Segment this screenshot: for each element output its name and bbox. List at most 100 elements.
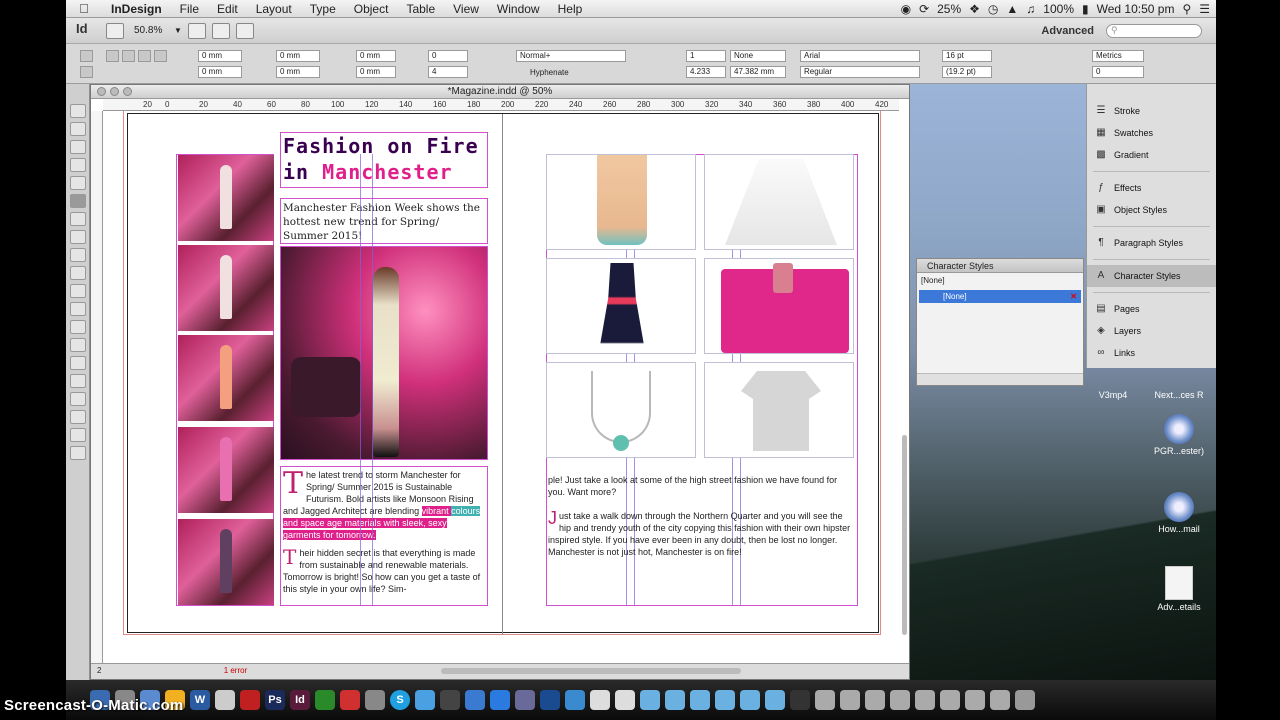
bridge-button[interactable] [106, 22, 124, 39]
pen-tool-icon[interactable] [69, 230, 86, 244]
main-runway-photo[interactable] [280, 246, 488, 460]
page-tool-icon[interactable] [69, 140, 86, 154]
pencil-tool-icon[interactable] [69, 248, 86, 262]
paragraph-mode-button[interactable] [80, 66, 93, 78]
product-shoes[interactable] [546, 154, 696, 250]
word-icon[interactable]: W [190, 690, 210, 710]
app-icon[interactable] [365, 690, 385, 710]
kerning-dropdown[interactable]: Metrics [1092, 50, 1144, 62]
font-size-field[interactable]: 16 pt [942, 50, 992, 62]
horizontal-ruler[interactable]: 20 0 20 40 60 80 100 120 140 160 180 200… [103, 99, 899, 111]
document-icon[interactable] [865, 690, 885, 710]
sync-icon[interactable]: ⟳ [919, 2, 929, 16]
desktop-icon-how[interactable]: How...mail [1144, 492, 1214, 534]
runway-thumb-4[interactable] [178, 427, 274, 513]
rectangle-frame-tool-icon[interactable] [69, 266, 86, 280]
dock-character-styles[interactable]: A Character Styles [1087, 265, 1216, 287]
menu-help[interactable]: Help [549, 2, 592, 16]
dock-object-styles[interactable]: ▣ Object Styles [1087, 199, 1216, 221]
column-gutter-field[interactable]: 4.233 [686, 66, 726, 78]
page-number-field[interactable]: 2 [97, 666, 101, 675]
zoom-window-icon[interactable] [123, 87, 132, 96]
free-transform-tool-icon[interactable] [69, 320, 86, 334]
runway-photo-strip[interactable] [176, 154, 274, 606]
fill-stroke-icon[interactable] [69, 428, 86, 442]
desktop-icon-next[interactable]: Next...ces R [1144, 390, 1214, 400]
zoom-dropdown-icon[interactable]: ▼ [174, 26, 182, 35]
arrange-documents-button[interactable] [235, 22, 254, 39]
dropcap-chars-field[interactable]: 4 [428, 66, 468, 78]
content-collector-icon[interactable] [69, 176, 86, 190]
tracking-field[interactable]: 0 [1092, 66, 1144, 78]
close-window-icon[interactable] [97, 87, 106, 96]
gap-tool-icon[interactable] [69, 158, 86, 172]
runway-thumb-3[interactable] [178, 335, 274, 421]
desktop-icon-video[interactable]: V3mp4 [1078, 390, 1148, 400]
document-icon[interactable] [965, 690, 985, 710]
bluetooth-icon[interactable]: ❖ [969, 2, 980, 16]
selection-tool-icon[interactable] [69, 104, 86, 118]
gradient-tool-icon[interactable] [69, 338, 86, 352]
notification-icon[interactable]: ☰ [1199, 2, 1210, 16]
desktop-icon-adv[interactable]: Adv...etails [1144, 566, 1214, 612]
minimize-window-icon[interactable] [110, 87, 119, 96]
folder-icon[interactable] [765, 690, 785, 710]
trash-icon[interactable] [1015, 690, 1035, 710]
menu-layout[interactable]: Layout [247, 2, 301, 16]
app-icon[interactable] [440, 690, 460, 710]
dock-links[interactable]: ∞ Links [1087, 342, 1216, 364]
char-style-none-row[interactable]: [None] ✕ [919, 290, 1081, 303]
paragraph-style-dropdown[interactable]: Normal+ [516, 50, 626, 62]
pasteboard[interactable]: Fashion on Fire in Manchester Manchester… [103, 111, 899, 663]
dock-pages[interactable]: ▤ Pages [1087, 298, 1216, 320]
rectangle-tool-icon[interactable] [69, 284, 86, 298]
scissors-tool-icon[interactable] [69, 302, 86, 316]
search-input[interactable]: ⚲ [1106, 23, 1202, 38]
align-right-button[interactable] [138, 50, 151, 62]
menu-type[interactable]: Type [301, 2, 345, 16]
document-icon[interactable] [615, 690, 635, 710]
document-icon[interactable] [990, 690, 1010, 710]
headline-frame[interactable]: Fashion on Fire in Manchester [280, 132, 488, 188]
volume-icon[interactable]: ♫ [1026, 2, 1035, 16]
app-icon[interactable] [240, 690, 260, 710]
document-icon[interactable] [590, 690, 610, 710]
folder-icon[interactable] [690, 690, 710, 710]
app-icon[interactable] [465, 690, 485, 710]
document-icon[interactable] [915, 690, 935, 710]
subheading-frame[interactable]: Manchester Fashion Week shows the hottes… [280, 198, 488, 244]
skype-icon[interactable]: S [390, 690, 410, 710]
menu-table[interactable]: Table [397, 2, 444, 16]
last-line-indent-field[interactable]: 0 mm [276, 66, 320, 78]
right-body-text-frame[interactable]: ple! Just take a look at some of the hig… [546, 472, 858, 606]
app-icon[interactable] [790, 690, 810, 710]
app-icon[interactable] [340, 690, 360, 710]
eye-icon[interactable]: ◉ [901, 2, 911, 16]
wifi-icon[interactable]: ▲ [1006, 2, 1018, 16]
product-necklace[interactable] [546, 362, 696, 458]
desktop-icon-pgr[interactable]: PGR...ester) [1144, 414, 1214, 456]
note-tool-icon[interactable] [69, 356, 86, 370]
indesign-dock-icon[interactable]: Id [290, 690, 310, 710]
hyphenate-checkbox[interactable]: Hyphenate [530, 68, 569, 77]
apple-menu-icon[interactable]:  [66, 1, 102, 16]
span-columns-dropdown[interactable]: None [730, 50, 786, 62]
body-text-frame[interactable]: The latest trend to storm Manchester for… [280, 466, 488, 606]
dock-paragraph-styles[interactable]: ¶ Paragraph Styles [1087, 232, 1216, 254]
dock-swatches[interactable]: ▦ Swatches [1087, 122, 1216, 144]
hand-tool-icon[interactable] [69, 392, 86, 406]
dock-gradient[interactable]: ▩ Gradient [1087, 144, 1216, 166]
menu-view[interactable]: View [444, 2, 488, 16]
document-icon[interactable] [840, 690, 860, 710]
align-center-button[interactable] [122, 50, 135, 62]
font-style-dropdown[interactable]: Regular [800, 66, 920, 78]
justify-button[interactable] [154, 50, 167, 62]
runway-thumb-5[interactable] [178, 519, 274, 605]
folder-icon[interactable] [740, 690, 760, 710]
view-options-button[interactable] [187, 22, 206, 39]
screen-mode-button[interactable] [211, 22, 230, 39]
dock-effects[interactable]: ƒ Effects [1087, 177, 1216, 199]
columns-field[interactable]: 1 [686, 50, 726, 62]
preflight-errors[interactable]: 1 error [224, 666, 248, 675]
menu-file[interactable]: File [171, 2, 208, 16]
